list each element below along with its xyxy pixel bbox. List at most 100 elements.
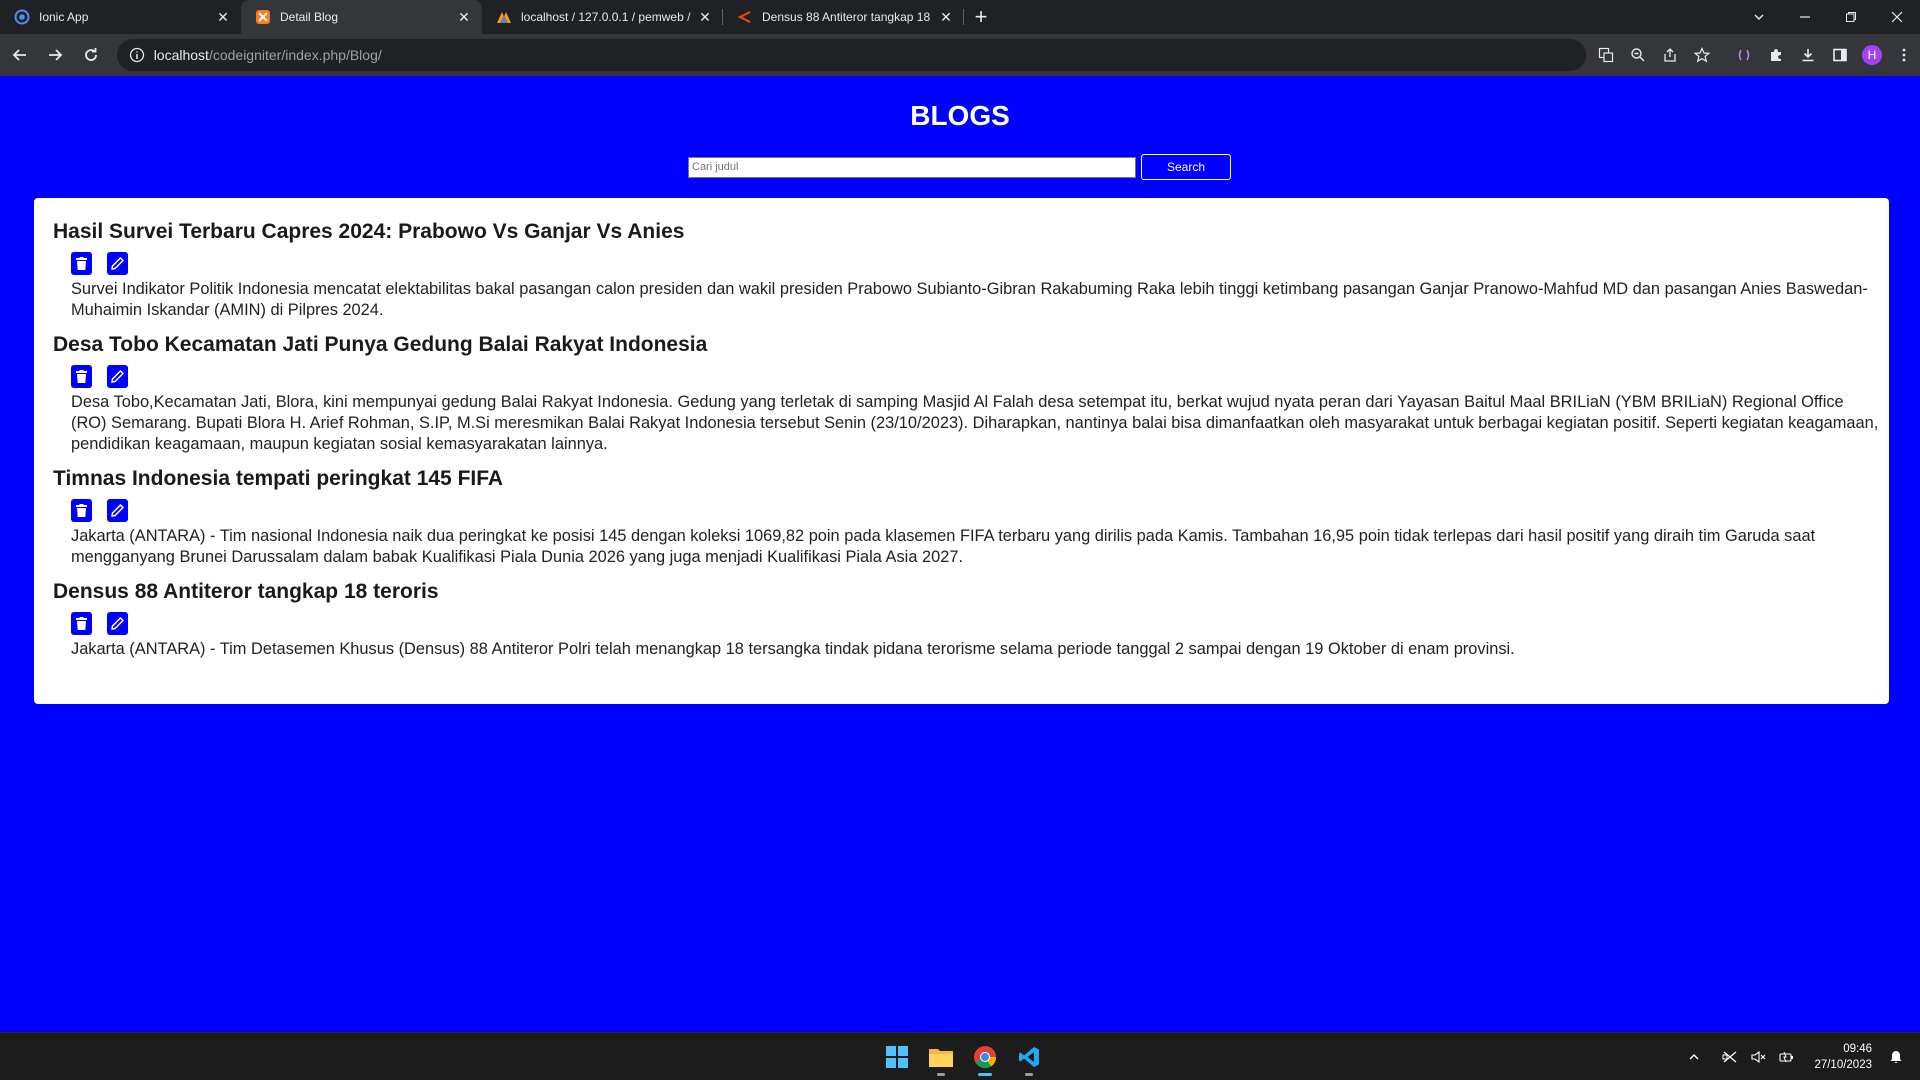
system-tray: 09:46 27/10/2023: [1680, 1033, 1910, 1080]
back-button[interactable]: [4, 39, 36, 71]
browser-toolbar: localhost/codeigniter/index.php/Blog/ H: [0, 34, 1920, 76]
edit-button[interactable]: [107, 499, 128, 522]
trash-icon: [76, 504, 87, 517]
taskbar-apps: [875, 1033, 1051, 1080]
codeigniter-icon: [737, 9, 753, 25]
profile-avatar[interactable]: H: [1856, 39, 1888, 71]
folder-icon: [929, 1049, 953, 1067]
tab-ionic-app[interactable]: Ionic App ✕: [0, 0, 241, 34]
tab-phpmyadmin[interactable]: localhost / 127.0.0.1 / pemweb / ✕: [482, 0, 723, 34]
url-host: localhost: [153, 47, 209, 63]
taskbar-chrome[interactable]: [963, 1037, 1007, 1077]
edit-button[interactable]: [107, 252, 128, 275]
pencil-icon: [111, 617, 124, 630]
reload-button[interactable]: [75, 39, 107, 71]
extension-icon[interactable]: [1728, 39, 1760, 71]
ionic-icon: [14, 9, 30, 25]
browser-tab-strip: Ionic App ✕ Detail Blog ✕ localhost / 12…: [0, 0, 1920, 34]
taskbar-vscode[interactable]: [1007, 1037, 1051, 1077]
minimize-button[interactable]: [1782, 0, 1828, 34]
delete-button[interactable]: [71, 365, 92, 388]
trash-icon: [76, 257, 87, 270]
search-form: Search: [688, 154, 1231, 180]
info-icon[interactable]: [129, 47, 145, 63]
arrow-left-icon: [12, 49, 26, 61]
trash-icon: [76, 370, 87, 383]
taskbar-file-explorer[interactable]: [919, 1037, 963, 1077]
blog-list: Hasil Survei Terbaru Capres 2024: Prabow…: [34, 198, 1889, 704]
share-icon[interactable]: [1654, 39, 1686, 71]
pencil-icon: [111, 370, 124, 383]
tab-title: Densus 88 Antiteror tangkap 18: [762, 10, 931, 24]
clock-date: 27/10/2023: [1814, 1059, 1872, 1071]
address-bar[interactable]: localhost/codeigniter/index.php/Blog/: [116, 39, 1587, 71]
start-button[interactable]: [875, 1037, 919, 1077]
menu-kebab-icon[interactable]: [1888, 39, 1920, 71]
blog-post: Densus 88 Antiteror tangkap 18 teroris J…: [53, 579, 1889, 660]
post-title[interactable]: Desa Tobo Kecamatan Jati Punya Gedung Ba…: [53, 332, 1889, 358]
volume-muted-icon[interactable]: [1746, 1045, 1770, 1069]
taskbar: 09:46 27/10/2023: [0, 1032, 1920, 1080]
delete-button[interactable]: [71, 612, 92, 635]
post-actions: [53, 252, 1889, 275]
page-title: BLOGS: [910, 100, 1010, 131]
windows-logo-icon: [886, 1046, 908, 1068]
tab-title: Detail Blog: [280, 10, 339, 24]
search-button[interactable]: Search: [1141, 154, 1231, 180]
network-icon[interactable]: [1718, 1045, 1742, 1069]
close-window-button[interactable]: [1874, 0, 1920, 34]
post-title[interactable]: Timnas Indonesia tempati peringkat 145 F…: [53, 466, 1889, 492]
close-tab-icon[interactable]: ✕: [456, 9, 472, 25]
xampp-icon: [255, 9, 271, 25]
post-actions: [53, 365, 1889, 388]
close-tab-icon[interactable]: ✕: [215, 9, 231, 25]
arrow-right-icon: [49, 49, 63, 61]
post-body: Desa Tobo,Kecamatan Jati, Blora, kini me…: [71, 393, 1879, 453]
trash-icon: [76, 617, 87, 630]
translate-icon[interactable]: [1590, 39, 1622, 71]
new-tab-button[interactable]: +: [964, 0, 998, 34]
download-icon[interactable]: [1792, 39, 1824, 71]
blog-post: Desa Tobo Kecamatan Jati Punya Gedung Ba…: [53, 332, 1889, 455]
delete-button[interactable]: [71, 252, 92, 275]
blog-post: Timnas Indonesia tempati peringkat 145 F…: [53, 466, 1889, 568]
post-actions: [53, 499, 1889, 522]
post-body: Jakarta (ANTARA) - Tim Detasemen Khusus …: [71, 640, 1515, 658]
tab-search-icon[interactable]: [1736, 0, 1782, 34]
pencil-icon: [111, 257, 124, 270]
toolbar-actions: H: [1590, 39, 1920, 71]
extensions-puzzle-icon[interactable]: [1760, 39, 1792, 71]
search-input[interactable]: [688, 156, 1136, 178]
edit-button[interactable]: [107, 612, 128, 635]
url-path: /codeigniter/index.php/Blog/: [208, 47, 382, 63]
forward-button[interactable]: [40, 39, 72, 71]
post-title[interactable]: Densus 88 Antiteror tangkap 18 teroris: [53, 579, 1889, 605]
post-body: Jakarta (ANTARA) - Tim nasional Indonesi…: [71, 527, 1816, 566]
delete-button[interactable]: [71, 499, 92, 522]
tab-title: Ionic App: [39, 10, 89, 24]
clock-time: 09:46: [1843, 1043, 1872, 1055]
post-body: Survei Indikator Politik Indonesia menca…: [71, 280, 1868, 319]
side-panel-icon[interactable]: [1824, 39, 1856, 71]
tab-title: localhost / 127.0.0.1 / pemweb /: [521, 10, 691, 24]
reload-icon: [85, 48, 97, 61]
clock[interactable]: 09:46 27/10/2023: [1814, 1041, 1872, 1073]
close-tab-icon[interactable]: ✕: [697, 9, 713, 25]
chevron-up-icon[interactable]: [1682, 1045, 1706, 1069]
profile-initial: H: [1862, 45, 1883, 65]
tab-detail-blog[interactable]: Detail Blog ✕: [241, 0, 482, 34]
tab-densus-88[interactable]: Densus 88 Antiteror tangkap 18 ✕: [723, 0, 964, 34]
bookmark-star-icon[interactable]: [1686, 39, 1718, 71]
zoom-icon[interactable]: [1622, 39, 1654, 71]
edit-button[interactable]: [107, 365, 128, 388]
chrome-icon: [974, 1046, 997, 1069]
post-title[interactable]: Hasil Survei Terbaru Capres 2024: Prabow…: [53, 219, 1889, 245]
blog-post: Hasil Survei Terbaru Capres 2024: Prabow…: [53, 219, 1889, 321]
post-actions: [53, 612, 1889, 635]
notification-bell-icon[interactable]: [1884, 1045, 1908, 1069]
battery-icon[interactable]: [1774, 1045, 1798, 1069]
restore-button[interactable]: [1828, 0, 1874, 34]
close-tab-icon[interactable]: ✕: [938, 9, 954, 25]
page-content: BLOGS Search Hasil Survei Terbaru Capres…: [0, 76, 1920, 1032]
window-controls: [1736, 0, 1920, 34]
